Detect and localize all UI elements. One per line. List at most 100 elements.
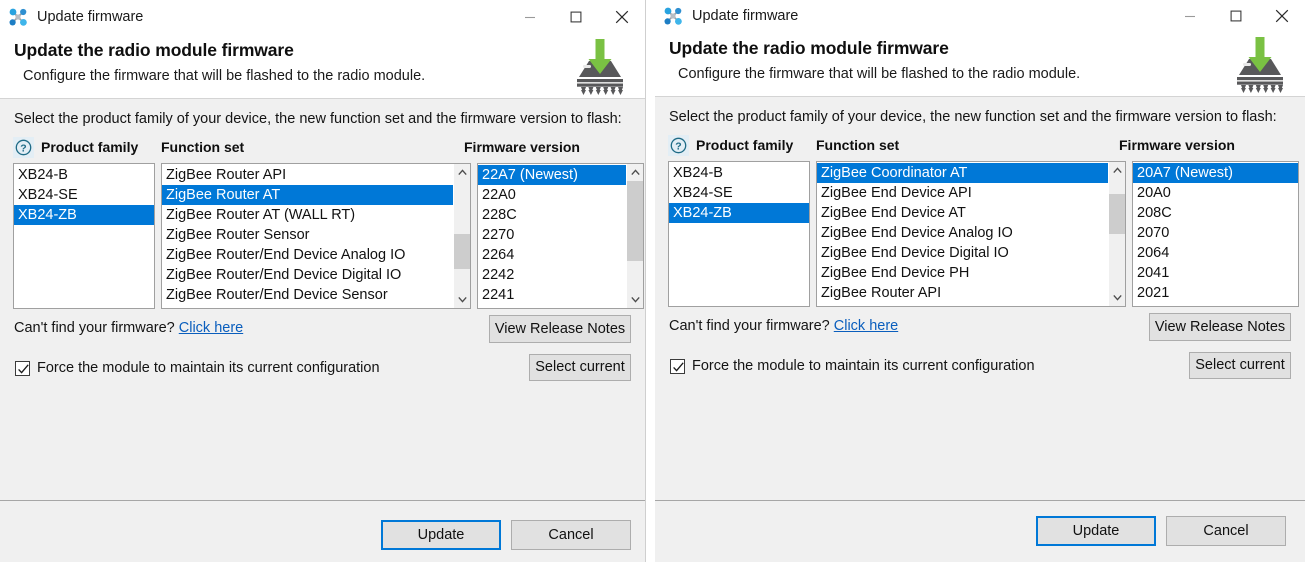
header-band: Update the radio module firmware Configu… xyxy=(0,34,645,98)
scroll-thumb[interactable] xyxy=(1109,194,1125,234)
list-item[interactable]: 22A0 xyxy=(478,185,626,205)
scroll-down-icon[interactable] xyxy=(627,291,643,308)
svg-text:?: ? xyxy=(20,142,26,154)
list-item[interactable]: ZigBee Router/End Device Sensor xyxy=(162,285,453,305)
close-button[interactable] xyxy=(1259,0,1305,32)
list-item[interactable]: ZigBee Router API xyxy=(162,165,453,185)
product-family-items: XB24-B XB24-SE XB24-ZB xyxy=(669,162,809,306)
list-item[interactable]: ZigBee Router AT xyxy=(162,185,453,205)
force-config-label: Force the module to maintain its current… xyxy=(37,360,380,376)
list-item[interactable]: 2242 xyxy=(478,265,626,285)
dialog-footer: Update Cancel xyxy=(0,500,645,562)
firmware-version-items: 22A7 (Newest) 22A0 228C 2270 2264 2242 2… xyxy=(478,164,626,308)
list-item[interactable]: 2041 xyxy=(1133,263,1298,283)
cant-find-firmware-text: Can't find your firmware? Click here xyxy=(669,318,898,334)
list-item[interactable]: 20A7 (Newest) xyxy=(1133,163,1298,183)
scroll-thumb[interactable] xyxy=(454,234,470,269)
scroll-down-icon[interactable] xyxy=(1109,289,1125,306)
app-network-icon xyxy=(8,7,28,27)
function-set-items: ZigBee Router API ZigBee Router AT ZigBe… xyxy=(162,164,453,308)
column-labels: ? Product family Function set Firmware v… xyxy=(13,137,632,160)
list-item[interactable]: 228C xyxy=(478,205,626,225)
instruction-text: Select the product family of your device… xyxy=(14,111,632,127)
minimize-button[interactable] xyxy=(507,0,553,34)
cancel-button[interactable]: Cancel xyxy=(1166,516,1286,546)
label-product-family: Product family xyxy=(41,139,138,155)
scroll-track[interactable] xyxy=(1109,179,1125,289)
list-item[interactable]: ZigBee End Device API xyxy=(817,183,1108,203)
page-subtitle: Configure the firmware that will be flas… xyxy=(678,66,1283,82)
list-item[interactable]: ZigBee Router/End Device Digital IO xyxy=(162,265,453,285)
list-item[interactable]: 2021 xyxy=(1133,283,1298,303)
scroll-thumb[interactable] xyxy=(627,181,643,261)
title-bar[interactable]: Update firmware xyxy=(0,0,645,34)
list-item[interactable]: 2070 xyxy=(1133,223,1298,243)
list-item[interactable]: XB24-B xyxy=(14,165,154,185)
update-button[interactable]: Update xyxy=(1036,516,1156,546)
scroll-track[interactable] xyxy=(627,181,643,291)
function-set-scrollbar[interactable] xyxy=(1108,162,1125,306)
update-button[interactable]: Update xyxy=(381,520,501,550)
cant-find-firmware-label: Can't find your firmware? xyxy=(14,320,175,336)
firmware-version-listbox[interactable]: 20A7 (Newest) 20A0 208C 2070 2064 2041 2… xyxy=(1132,161,1299,307)
update-firmware-window-right: Update firmware Update the radio module … xyxy=(655,0,1305,562)
label-product-family: Product family xyxy=(696,137,793,153)
function-set-listbox[interactable]: ZigBee Coordinator AT ZigBee End Device … xyxy=(816,161,1126,307)
list-item[interactable]: ZigBee Router/End Device Analog IO xyxy=(162,245,453,265)
label-firmware-version: Firmware version xyxy=(1119,137,1235,153)
selection-lists: XB24-B XB24-SE XB24-ZB ZigBee Router API… xyxy=(13,163,632,309)
list-item[interactable]: XB24-B xyxy=(669,163,809,183)
list-item[interactable]: ZigBee End Device PH xyxy=(817,263,1108,283)
list-item[interactable]: XB24-SE xyxy=(669,183,809,203)
list-item[interactable]: 20A0 xyxy=(1133,183,1298,203)
product-family-listbox[interactable]: XB24-B XB24-SE XB24-ZB xyxy=(668,161,810,307)
firmware-version-items: 20A7 (Newest) 20A0 208C 2070 2064 2041 2… xyxy=(1133,162,1298,306)
list-item[interactable]: ZigBee End Device Analog IO xyxy=(817,223,1108,243)
function-set-listbox[interactable]: ZigBee Router API ZigBee Router AT ZigBe… xyxy=(161,163,471,309)
list-item[interactable]: ZigBee End Device Digital IO xyxy=(817,243,1108,263)
list-item[interactable]: ZigBee Router AT (WALL RT) xyxy=(162,205,453,225)
minimize-button[interactable] xyxy=(1167,0,1213,32)
dialog-footer: Update Cancel xyxy=(655,500,1305,562)
list-item[interactable]: 2264 xyxy=(478,245,626,265)
scroll-track[interactable] xyxy=(454,181,470,291)
instruction-text: Select the product family of your device… xyxy=(669,109,1292,125)
click-here-link[interactable]: Click here xyxy=(179,320,243,336)
list-item[interactable]: 2241 xyxy=(478,285,626,305)
firmware-version-listbox[interactable]: 22A7 (Newest) 22A0 228C 2270 2264 2242 2… xyxy=(477,163,644,309)
select-current-button[interactable]: Select current xyxy=(529,354,631,381)
firmware-version-scrollbar[interactable] xyxy=(626,164,643,308)
scroll-up-icon[interactable] xyxy=(454,164,470,181)
list-item[interactable]: XB24-ZB xyxy=(669,203,809,223)
list-item[interactable]: XB24-SE xyxy=(14,185,154,205)
close-button[interactable] xyxy=(599,0,645,34)
title-bar[interactable]: Update firmware xyxy=(655,0,1305,32)
function-set-scrollbar[interactable] xyxy=(453,164,470,308)
list-item[interactable]: ZigBee Coordinator AT xyxy=(817,163,1108,183)
click-here-link[interactable]: Click here xyxy=(834,318,898,334)
view-release-notes-button[interactable]: View Release Notes xyxy=(489,315,631,343)
force-config-checkbox[interactable] xyxy=(670,359,685,374)
view-release-notes-button[interactable]: View Release Notes xyxy=(1149,313,1291,341)
help-question-icon[interactable]: ? xyxy=(668,135,689,156)
firmware-download-chip-icon xyxy=(1229,35,1291,97)
maximize-button[interactable] xyxy=(1213,0,1259,32)
cant-find-firmware-label: Can't find your firmware? xyxy=(669,318,830,334)
scroll-up-icon[interactable] xyxy=(1109,162,1125,179)
list-item[interactable]: 22A7 (Newest) xyxy=(478,165,626,185)
list-item[interactable]: ZigBee End Device AT xyxy=(817,203,1108,223)
scroll-up-icon[interactable] xyxy=(627,164,643,181)
list-item[interactable]: XB24-ZB xyxy=(14,205,154,225)
product-family-listbox[interactable]: XB24-B XB24-SE XB24-ZB xyxy=(13,163,155,309)
maximize-button[interactable] xyxy=(553,0,599,34)
list-item[interactable]: 2270 xyxy=(478,225,626,245)
list-item[interactable]: 2064 xyxy=(1133,243,1298,263)
scroll-down-icon[interactable] xyxy=(454,291,470,308)
list-item[interactable]: ZigBee Router API xyxy=(817,283,1108,303)
force-config-checkbox[interactable] xyxy=(15,361,30,376)
help-question-icon[interactable]: ? xyxy=(13,137,34,158)
list-item[interactable]: ZigBee Router Sensor xyxy=(162,225,453,245)
select-current-button[interactable]: Select current xyxy=(1189,352,1291,379)
list-item[interactable]: 208C xyxy=(1133,203,1298,223)
cancel-button[interactable]: Cancel xyxy=(511,520,631,550)
